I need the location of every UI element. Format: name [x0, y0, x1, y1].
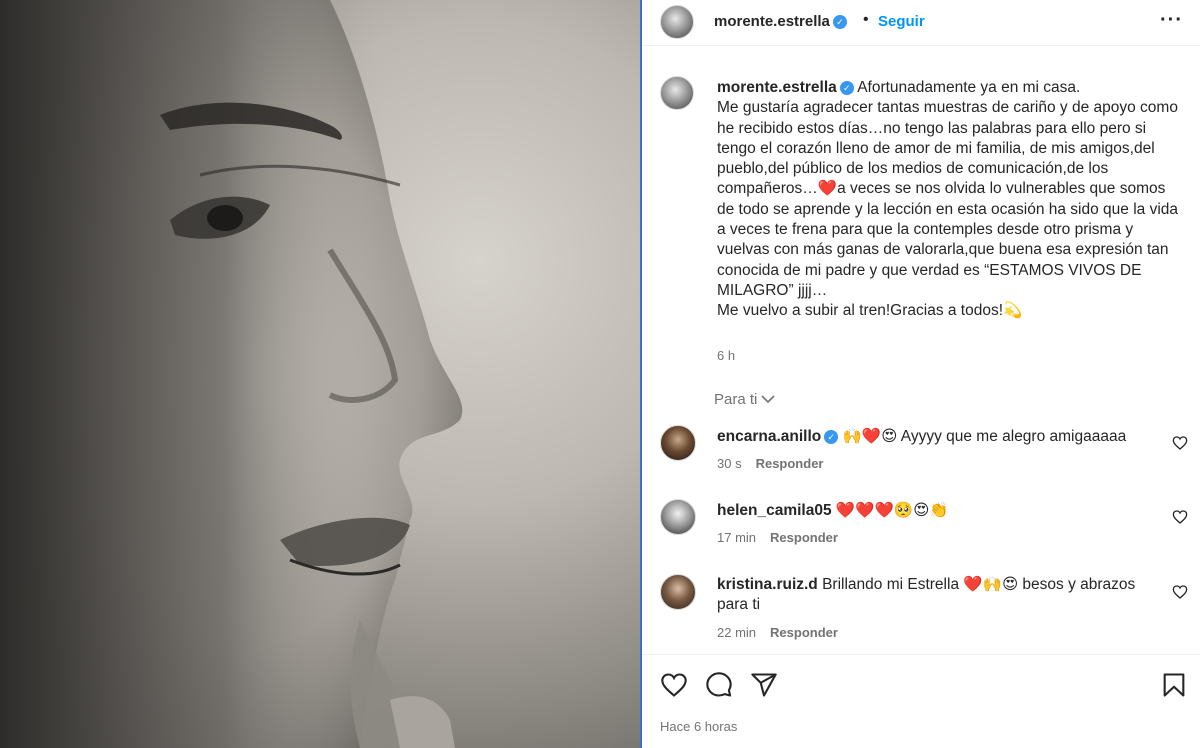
- verified-badge-icon: ✓: [839, 80, 854, 95]
- send-icon[interactable]: [750, 671, 778, 699]
- commenter-avatar[interactable]: [660, 425, 696, 461]
- caption-line: Me vuelvo a subir al tren!Gracias a todo…: [717, 302, 1023, 320]
- verified-badge-icon: ✓: [824, 429, 839, 444]
- comment-like-heart-icon[interactable]: [1172, 584, 1188, 600]
- commenter-avatar[interactable]: [660, 499, 696, 535]
- post-actions-bar: Hace 6 horas: [642, 654, 1200, 748]
- reply-button[interactable]: Responder: [770, 625, 838, 640]
- post-timestamp[interactable]: Hace 6 horas: [660, 719, 737, 734]
- reply-button[interactable]: Responder: [770, 530, 838, 545]
- post-header: morente.estrella ✓ • Seguir ···: [642, 0, 1200, 46]
- bookmark-icon[interactable]: [1160, 671, 1188, 699]
- author-username[interactable]: morente.estrella ✓: [714, 13, 847, 30]
- heart-icon[interactable]: [660, 671, 688, 699]
- post-photo[interactable]: [0, 0, 640, 748]
- author-avatar[interactable]: [660, 5, 694, 39]
- caption-time[interactable]: 6 h: [717, 348, 735, 363]
- comment-time[interactable]: 17 min: [717, 530, 756, 545]
- post-caption: morente.estrella ✓ Afortunadamente ya en …: [717, 78, 1187, 322]
- comment-time[interactable]: 30 s: [717, 456, 742, 471]
- comment-username[interactable]: kristina.ruiz.d: [717, 576, 818, 593]
- comment-text: kristina.ruiz.d Brillando mi Estrella ❤️…: [717, 576, 1136, 613]
- comment-meta: 30 s Responder: [717, 456, 823, 471]
- commenter-avatar[interactable]: [660, 574, 696, 610]
- verified-badge-icon: ✓: [832, 15, 847, 30]
- comment-icon[interactable]: [705, 671, 733, 699]
- chevron-down-icon: [761, 393, 775, 407]
- comment-like-heart-icon[interactable]: [1172, 435, 1188, 451]
- follow-button[interactable]: Seguir: [878, 13, 925, 30]
- post-sidebar: morente.estrella ✓ • Seguir ··· morente.e…: [642, 0, 1200, 748]
- comment-filter-dropdown[interactable]: Para ti: [714, 391, 775, 408]
- comment-like-heart-icon[interactable]: [1172, 509, 1188, 525]
- comment-username[interactable]: helen_camila05: [717, 502, 832, 519]
- caption-author-avatar[interactable]: [660, 76, 694, 110]
- caption-line: Afortunadamente ya en mi casa.: [857, 79, 1081, 96]
- comment-meta: 22 min Responder: [717, 625, 838, 640]
- separator-dot: •: [863, 11, 869, 28]
- comment-username[interactable]: encarna.anillo: [717, 428, 821, 445]
- caption-username[interactable]: morente.estrella: [717, 79, 837, 96]
- comment-meta: 17 min Responder: [717, 530, 838, 545]
- comment-time[interactable]: 22 min: [717, 625, 756, 640]
- caption-line: de todo se aprende y la lección en esta …: [717, 200, 1179, 299]
- portrait-image: [0, 0, 640, 748]
- more-options-icon[interactable]: ···: [1160, 9, 1183, 32]
- comment-text: encarna.anillo ✓ 🙌❤️😍 Ayyyy que me alegro…: [717, 428, 1127, 445]
- comment-text: helen_camila05 ❤️❤️❤️🥺😍👏: [717, 502, 949, 519]
- caption-line: Me gustaría agradecer tantas muestras de…: [717, 99, 1178, 198]
- reply-button[interactable]: Responder: [756, 456, 824, 471]
